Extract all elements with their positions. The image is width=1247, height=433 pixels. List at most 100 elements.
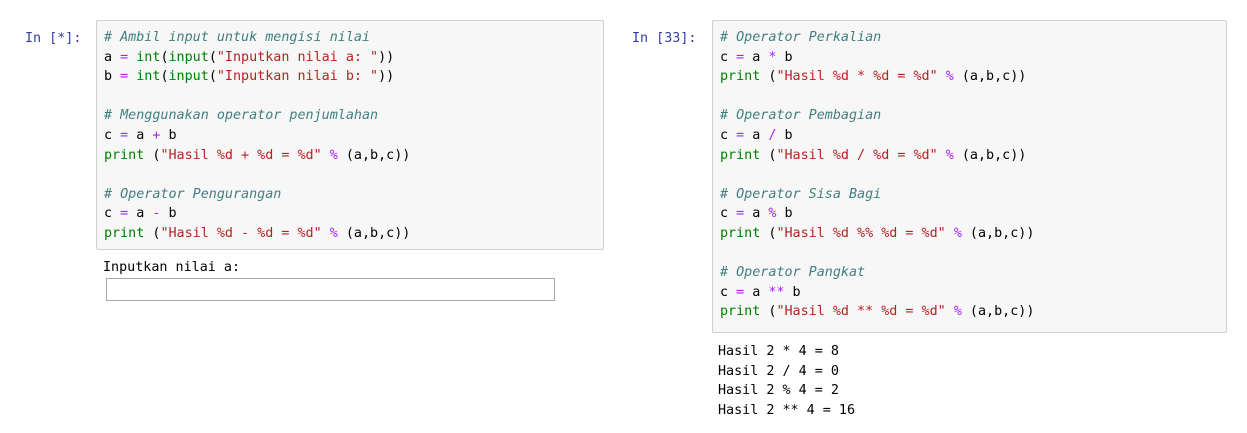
code-text: (a,b,c)) bbox=[337, 147, 411, 163]
code-string: "Inputkan nilai b: " bbox=[216, 69, 379, 85]
code-operator: = bbox=[736, 49, 745, 65]
output-line: Hasil 2 / 4 = 0 bbox=[718, 363, 839, 379]
code-text: a bbox=[104, 49, 121, 65]
code-operator: % bbox=[329, 147, 338, 163]
code-text: c bbox=[104, 206, 121, 222]
code-builtin: int bbox=[136, 69, 161, 85]
stdin-prompt-label: Inputkan nilai a: bbox=[103, 260, 241, 275]
code-operator: ** bbox=[768, 284, 785, 300]
code-text: ( bbox=[760, 304, 777, 320]
code-line: c = a - b bbox=[104, 204, 603, 224]
code-text: (a,b,c)) bbox=[953, 69, 1027, 85]
code-text: c bbox=[720, 284, 737, 300]
output-line: Hasil 2 ** 4 = 16 bbox=[718, 402, 856, 418]
code-comment: # Menggunakan operator penjumlahan bbox=[104, 108, 379, 124]
code-text: ( bbox=[160, 69, 169, 85]
code-text: ( bbox=[760, 69, 777, 85]
code-text: a bbox=[128, 206, 153, 222]
code-text: ( bbox=[160, 49, 169, 65]
code-comment: # Operator Pangkat bbox=[720, 265, 866, 281]
code-builtin: print bbox=[104, 147, 145, 163]
code-text: )) bbox=[378, 49, 395, 65]
code-comment: # Ambil input untuk mengisi nilai bbox=[104, 30, 371, 45]
code-builtin: print bbox=[720, 225, 761, 241]
code-line: print ("Hasil %d ** %d = %d" % (a,b,c)) bbox=[720, 302, 1226, 322]
code-cell-left[interactable]: # Ambil input untuk mengisi nilai a = int… bbox=[96, 20, 604, 250]
output-area-right: Hasil 2 * 4 = 8 Hasil 2 / 4 = 0 Hasil 2 … bbox=[718, 342, 855, 420]
code-operator: = bbox=[736, 206, 745, 222]
code-line: c = a ** b bbox=[720, 283, 1226, 303]
code-string: "Hasil %d / %d = %d" bbox=[776, 147, 938, 163]
code-text: a bbox=[744, 49, 769, 65]
code-line: b = int(input("Inputkan nilai b: ")) bbox=[104, 67, 603, 87]
code-line: c = a / b bbox=[720, 126, 1226, 146]
code-text: ( bbox=[208, 69, 217, 85]
code-builtin: int bbox=[136, 49, 161, 65]
code-line: print ("Hasil %d - %d = %d" % (a,b,c)) bbox=[104, 224, 603, 244]
code-line: # Operator Pembagian bbox=[720, 106, 1226, 126]
code-editor-left[interactable]: # Ambil input untuk mengisi nilai a = int… bbox=[104, 28, 603, 244]
code-line: # Menggunakan operator penjumlahan bbox=[104, 106, 603, 126]
code-text: ( bbox=[208, 49, 217, 65]
code-operator: = bbox=[736, 127, 745, 143]
code-string: "Hasil %d * %d = %d" bbox=[776, 69, 938, 85]
code-operator: % bbox=[953, 225, 962, 241]
code-text: c bbox=[720, 127, 737, 143]
code-text: b bbox=[776, 206, 793, 222]
code-builtin: print bbox=[720, 304, 761, 320]
code-operator: = bbox=[120, 206, 129, 222]
code-comment: # Operator Sisa Bagi bbox=[720, 186, 882, 202]
code-text: b bbox=[160, 127, 177, 143]
code-comment: # Operator Pembagian bbox=[720, 108, 882, 124]
code-builtin: print bbox=[720, 69, 761, 85]
code-builtin: print bbox=[720, 147, 761, 163]
code-text: ( bbox=[760, 147, 777, 163]
code-operator: = bbox=[120, 127, 129, 143]
code-text: c bbox=[104, 127, 121, 143]
code-line: # Operator Perkalian bbox=[720, 28, 1226, 48]
code-operator: % bbox=[953, 304, 962, 320]
stdin-input-field[interactable] bbox=[106, 278, 555, 301]
code-line: a = int(input("Inputkan nilai a: ")) bbox=[104, 48, 603, 68]
code-builtin: print bbox=[104, 225, 145, 241]
code-text: c bbox=[720, 49, 737, 65]
code-string: "Hasil %d - %d = %d" bbox=[160, 225, 322, 241]
code-string: "Hasil %d %% %d = %d" bbox=[776, 225, 946, 241]
code-line: c = a % b bbox=[720, 204, 1226, 224]
code-line: print ("Hasil %d %% %d = %d" % (a,b,c)) bbox=[720, 224, 1226, 244]
code-builtin: input bbox=[168, 69, 209, 85]
code-operator: % bbox=[945, 147, 954, 163]
code-line: print ("Hasil %d * %d = %d" % (a,b,c)) bbox=[720, 67, 1226, 87]
code-line: print ("Hasil %d / %d = %d" % (a,b,c)) bbox=[720, 146, 1226, 166]
code-text: )) bbox=[378, 69, 395, 85]
code-text: ( bbox=[760, 225, 777, 241]
code-operator: = bbox=[120, 49, 129, 65]
code-text: (a,b,c)) bbox=[961, 304, 1035, 320]
code-text: (a,b,c)) bbox=[337, 225, 411, 241]
code-comment: # Operator Pengurangan bbox=[104, 186, 282, 202]
code-text: b bbox=[160, 206, 177, 222]
code-string: "Inputkan nilai a: " bbox=[216, 49, 379, 65]
code-operator: = bbox=[120, 69, 129, 85]
code-string: "Hasil %d ** %d = %d" bbox=[776, 304, 946, 320]
code-operator: = bbox=[736, 284, 745, 300]
code-text: b bbox=[776, 49, 793, 65]
code-text: (a,b,c)) bbox=[953, 147, 1027, 163]
code-cell-right[interactable]: # Operator Perkalian c = a * b print ("Has… bbox=[712, 20, 1227, 333]
code-text: a bbox=[744, 127, 769, 143]
code-text: (a,b,c)) bbox=[961, 225, 1035, 241]
code-line: # Operator Sisa Bagi bbox=[720, 185, 1226, 205]
code-editor-right[interactable]: # Operator Perkalian c = a * b print ("Has… bbox=[720, 28, 1226, 322]
code-line: print ("Hasil %d + %d = %d" % (a,b,c)) bbox=[104, 146, 603, 166]
code-line: # Operator Pengurangan bbox=[104, 185, 603, 205]
code-operator: % bbox=[945, 69, 954, 85]
code-text: ( bbox=[144, 147, 161, 163]
output-line: Hasil 2 % 4 = 2 bbox=[718, 383, 839, 399]
